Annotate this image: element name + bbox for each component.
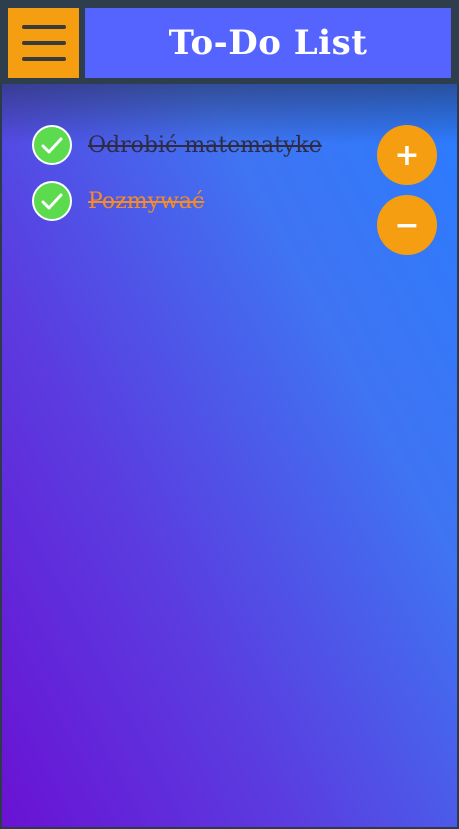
task-item: Pozmywać (32, 181, 204, 221)
task-label[interactable]: Odrobić matematyke (88, 133, 322, 158)
minus-icon: − (394, 207, 420, 243)
task-check-button[interactable] (32, 125, 72, 165)
header: To-Do List (0, 0, 459, 84)
task-label[interactable]: Pozmywać (88, 189, 204, 214)
hamburger-menu-icon (21, 25, 66, 29)
plus-icon: + (394, 137, 420, 173)
add-task-button[interactable]: + (377, 125, 437, 185)
page-title: To-Do List (168, 23, 368, 63)
task-area: Odrobić matematyke Pozmywać + − (2, 84, 457, 827)
checkmark-icon (41, 137, 63, 154)
checkmark-icon (41, 193, 63, 210)
remove-task-button[interactable]: − (377, 195, 437, 255)
title-bar: To-Do List (85, 8, 451, 78)
app-window: To-Do List Odrobić matematyke Pozmywać + (0, 0, 459, 829)
hamburger-menu-icon-bar (21, 57, 66, 61)
task-item: Odrobić matematyke (32, 125, 322, 165)
menu-button[interactable] (8, 8, 79, 78)
hamburger-menu-icon-bar (21, 41, 66, 45)
task-check-button[interactable] (32, 181, 72, 221)
